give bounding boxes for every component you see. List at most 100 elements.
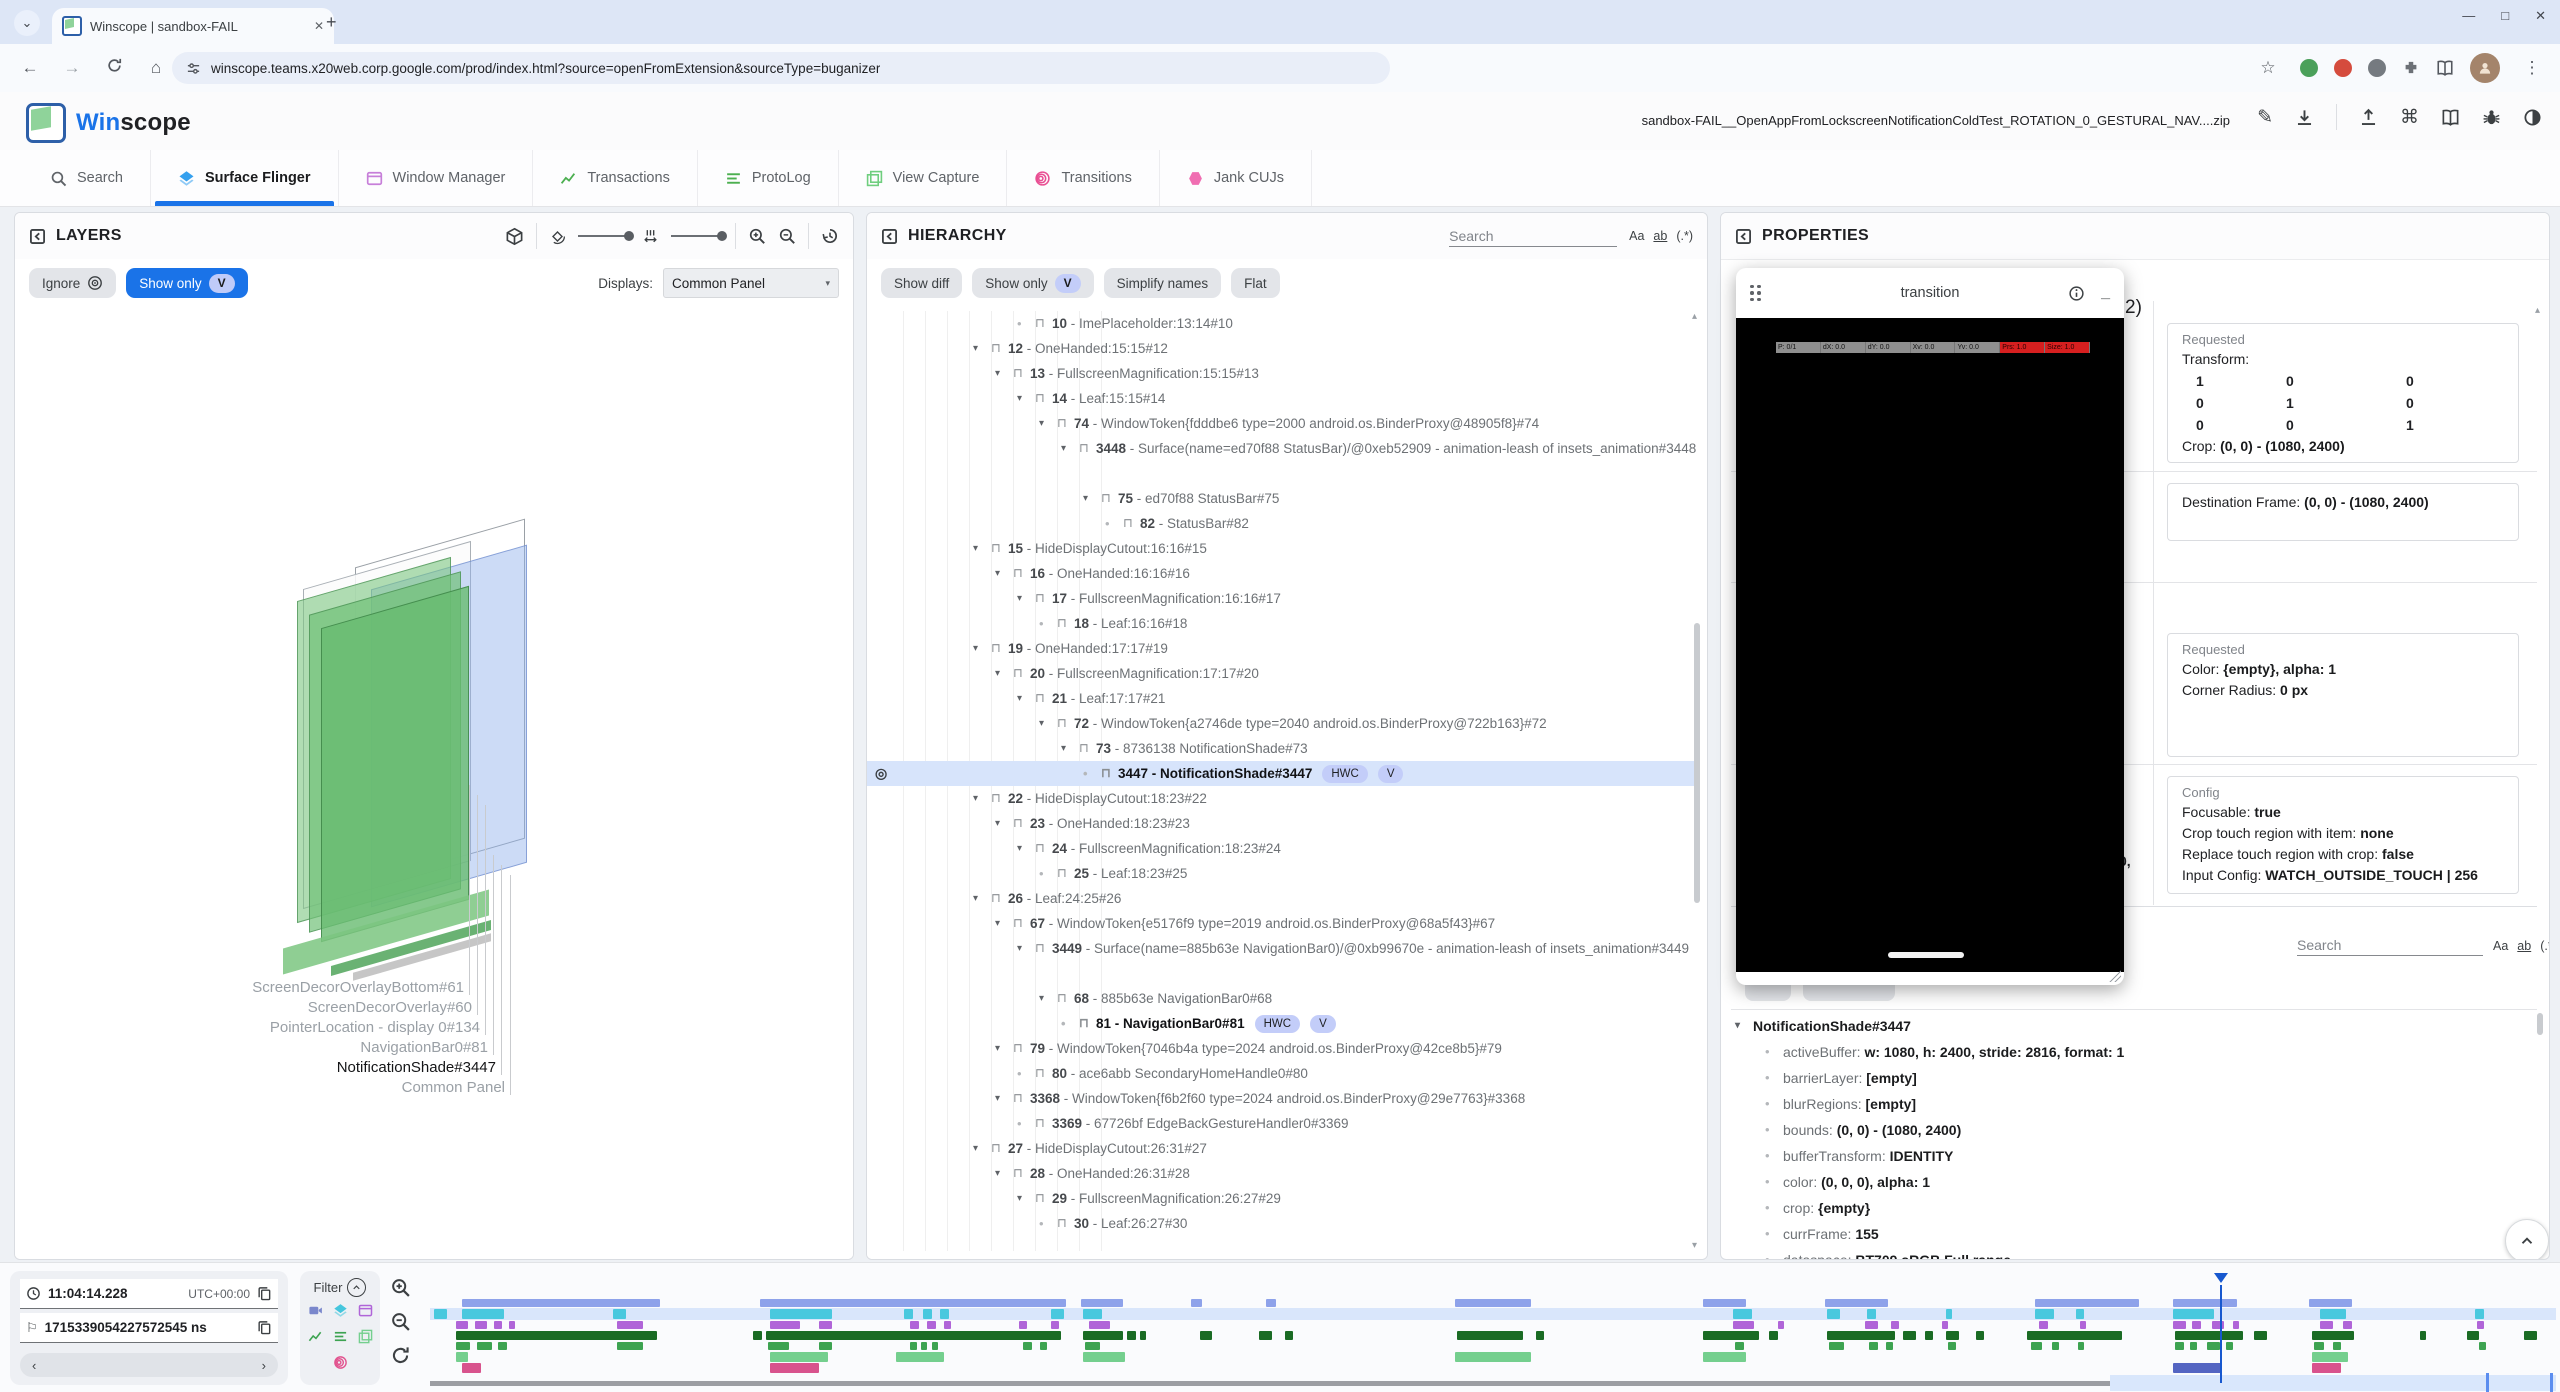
hierarchy-node-74[interactable]: ▾⊓74 - WindowToken{fdddbe6 type=2000 and… — [867, 411, 1697, 436]
expand-arrow-icon[interactable]: ▾ — [1017, 836, 1035, 861]
trace-entry-window-manager[interactable] — [1019, 1321, 1028, 1329]
expand-arrow-icon[interactable]: ▾ — [1039, 986, 1057, 1011]
hierarchy-node-73[interactable]: ▾⊓73 - 8736138 NotificationShade#73 — [867, 736, 1697, 761]
extension-icon-green[interactable] — [2300, 59, 2318, 77]
hierarchy-node-30[interactable]: •⊓30 - Leaf:26:27#30 — [867, 1211, 1697, 1236]
trace-tab-surface-flinger[interactable]: Surface Flinger — [151, 150, 339, 206]
trace-entry-window-manager[interactable] — [2173, 1321, 2186, 1329]
trace-entry-transactions[interactable] — [1200, 1331, 1213, 1340]
trace-entry-surface-flinger[interactable] — [2173, 1309, 2213, 1319]
profile-avatar[interactable] — [2470, 53, 2500, 83]
hierarchy-node-81[interactable]: •⊓81 - NavigationBar0#81HWCV — [867, 1011, 1697, 1036]
layers-3d-canvas[interactable]: ScreenDecorOverlayBottom#61ScreenDecorOv… — [15, 307, 853, 1259]
trace-entry-screen-recording[interactable] — [1455, 1299, 1532, 1307]
hierarchy-node-26[interactable]: ▾⊓26 - Leaf:24:25#26 — [867, 886, 1697, 911]
ignore-chip[interactable]: Ignore — [29, 268, 116, 298]
trace-entry-protolog[interactable] — [2031, 1342, 2042, 1350]
timeline-cursor[interactable] — [2220, 1285, 2222, 1383]
trace-entry-window-manager[interactable] — [2039, 1321, 2048, 1329]
trace-entry-transactions[interactable] — [1259, 1331, 1272, 1340]
trace-entry-surface-flinger[interactable] — [2320, 1309, 2346, 1319]
layer-label[interactable]: Common Panel — [402, 1079, 505, 1096]
trace-entry-window-manager[interactable] — [2477, 1321, 2483, 1329]
trace-entry-protolog[interactable] — [921, 1342, 927, 1350]
bookmark-star-icon[interactable]: ☆ — [2252, 58, 2284, 78]
expand-arrow-icon[interactable]: ▾ — [1039, 411, 1057, 436]
trace-entry-window-manager[interactable] — [1089, 1321, 1110, 1329]
zoom-in-icon[interactable] — [748, 227, 766, 245]
trace-entry-surface-flinger[interactable] — [923, 1309, 932, 1319]
property-node-crop-[interactable]: •crop: {empty} — [1721, 1195, 2529, 1221]
expand-arrow-icon[interactable]: ▾ — [995, 811, 1013, 836]
trace-entry-surface-flinger[interactable] — [940, 1309, 949, 1319]
trace-entry-transactions[interactable] — [1127, 1331, 1136, 1340]
rotation-slider[interactable] — [578, 235, 630, 237]
trace-entry-surface-flinger[interactable] — [904, 1309, 913, 1319]
property-node-blurregions-[interactable]: •blurRegions: [empty] — [1721, 1091, 2529, 1117]
trace-entry-view-capture[interactable] — [1703, 1352, 1746, 1362]
collapse-panel-icon[interactable] — [881, 228, 898, 245]
trace-entry-window-manager[interactable] — [617, 1321, 643, 1329]
trace-entry-transitions[interactable] — [2173, 1363, 2222, 1373]
expand-arrow-icon[interactable]: ▾ — [973, 536, 991, 561]
chip-flat[interactable]: Flat — [1231, 268, 1280, 298]
trace-entry-surface-flinger[interactable] — [2076, 1309, 2085, 1319]
collapse-filter-icon[interactable] — [347, 1278, 366, 1297]
trace-entry-screen-recording[interactable] — [1266, 1299, 1277, 1307]
trace-tab-jank-cujs[interactable]: Jank CUJs — [1160, 150, 1312, 206]
layer-label[interactable]: NotificationShade#3447 — [337, 1059, 496, 1076]
trace-tab-view-capture[interactable]: View Capture — [839, 150, 1008, 206]
layer-label[interactable]: ScreenDecorOverlay#60 — [308, 999, 472, 1016]
expand-arrow-icon[interactable]: ▾ — [995, 1161, 1013, 1186]
trace-entry-window-manager[interactable] — [2212, 1321, 2225, 1329]
trace-entry-view-capture[interactable] — [1455, 1352, 1532, 1362]
chip-show-diff[interactable]: Show diff — [881, 268, 962, 298]
expand-arrow-icon[interactable]: ▾ — [1083, 486, 1101, 511]
trace-entry-protolog[interactable] — [2190, 1342, 2196, 1350]
hierarchy-node-17[interactable]: ▾⊓17 - FullscreenMagnification:16:16#17 — [867, 586, 1697, 611]
expand-arrow-icon[interactable]: ▾ — [973, 886, 991, 911]
trace-entry-transactions[interactable] — [2175, 1331, 2243, 1340]
trace-entry-screen-recording[interactable] — [1191, 1299, 1202, 1307]
trace-tab-search[interactable]: Search — [22, 150, 151, 206]
trace-tab-protolog[interactable]: ProtoLog — [698, 150, 839, 206]
trace-entry-transactions[interactable] — [2312, 1331, 2355, 1340]
regex-button[interactable]: (.*) — [1676, 229, 1693, 243]
zoom-out-icon[interactable] — [778, 227, 796, 245]
trace-entry-window-manager[interactable] — [1891, 1321, 1900, 1329]
hierarchy-node-75[interactable]: ▾⊓75 - ed70f88 StatusBar#75 — [867, 486, 1697, 511]
trace-entry-protolog[interactable] — [2314, 1342, 2325, 1350]
hierarchy-node-29[interactable]: ▾⊓29 - FullscreenMagnification:26:27#29 — [867, 1186, 1697, 1211]
trace-entry-transactions[interactable] — [1946, 1331, 1959, 1340]
timeline-cursor-head[interactable] — [2214, 1273, 2228, 1283]
trace-entry-transactions[interactable] — [1703, 1331, 1758, 1340]
reset-view-icon[interactable] — [821, 227, 839, 245]
spacing-slider[interactable] — [671, 235, 723, 237]
trace-entry-transactions[interactable] — [1083, 1331, 1123, 1340]
filter-videocam-icon[interactable] — [308, 1303, 323, 1323]
home-icon[interactable]: ⌂ — [140, 58, 172, 78]
trace-entry-screen-recording[interactable] — [2309, 1299, 2352, 1307]
trace-entry-view-capture[interactable] — [1083, 1352, 1126, 1362]
expand-arrow-icon[interactable]: ▾ — [1039, 711, 1057, 736]
filter-squares-icon[interactable] — [358, 1329, 373, 1349]
trace-entry-surface-flinger[interactable] — [1051, 1309, 1064, 1319]
trace-entry-transactions[interactable] — [1140, 1331, 1146, 1340]
reading-list-icon[interactable] — [2436, 59, 2454, 77]
overlay-titlebar[interactable]: transition _ — [1736, 268, 2124, 318]
trace-entry-transactions[interactable] — [1536, 1331, 1545, 1340]
trace-entry-transactions[interactable] — [2467, 1331, 2480, 1340]
hierarchy-node-3448[interactable]: ▾⊓3448 - Surface(name=ed70f88 StatusBar)… — [867, 436, 1697, 486]
expand-arrow-icon[interactable]: ▾ — [995, 911, 1013, 936]
chip-show-only[interactable]: Show onlyV — [972, 268, 1093, 298]
property-node-dataspace-[interactable]: •dataspace: BT709 sRGB Full range — [1721, 1247, 2529, 1259]
expand-arrow-icon[interactable]: ▾ — [995, 361, 1013, 386]
match-word-button[interactable]: ab — [1653, 229, 1667, 243]
trace-entry-protolog[interactable] — [819, 1342, 832, 1350]
trace-entry-protolog[interactable] — [1040, 1342, 1046, 1350]
trace-entry-transactions[interactable] — [2420, 1331, 2426, 1340]
trace-entry-window-manager[interactable] — [927, 1321, 936, 1329]
expand-arrow-icon[interactable]: ▾ — [973, 636, 991, 661]
trace-entry-protolog[interactable] — [2175, 1342, 2184, 1350]
property-root-node[interactable]: ▾NotificationShade#3447 — [1721, 1013, 2529, 1039]
